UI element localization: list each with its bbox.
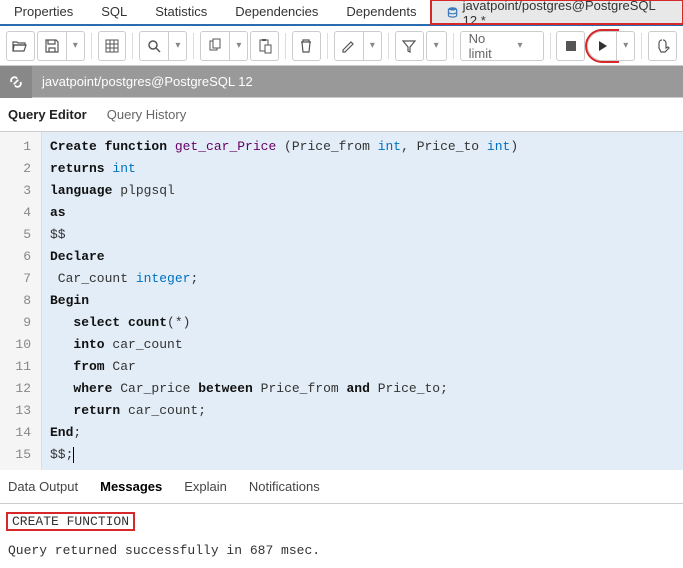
line-number: 1 [0,136,31,158]
tab-explain[interactable]: Explain [184,479,227,494]
connection-label[interactable]: javatpoint/postgres@PostgreSQL 12 [32,66,683,97]
line-number: 7 [0,268,31,290]
search-dropdown[interactable]: ▾ [169,31,187,61]
chevron-down-icon: ▾ [623,40,628,51]
code-line[interactable]: returns int [50,158,675,180]
code-line[interactable]: Declare [50,246,675,268]
chevron-down-icon: ▾ [517,40,522,51]
line-number: 12 [0,378,31,400]
line-number: 11 [0,356,31,378]
code-line[interactable]: Create function get_car_Price (Price_fro… [50,136,675,158]
tab-sql[interactable]: SQL [87,0,141,24]
paste-icon [257,38,273,54]
code-line[interactable]: Car_count integer; [50,268,675,290]
tab-dependencies[interactable]: Dependencies [221,0,332,24]
code-content[interactable]: Create function get_car_Price (Price_fro… [42,132,683,470]
code-line[interactable]: return car_count; [50,400,675,422]
code-line[interactable]: as [50,202,675,224]
edit-button[interactable] [334,31,364,61]
code-line[interactable]: select count(*) [50,312,675,334]
line-number: 5 [0,224,31,246]
message-status: Query returned successfully in 687 msec. [8,543,675,558]
save-button[interactable] [37,31,67,61]
filter-dropdown[interactable]: ▾ [426,31,447,61]
search-button[interactable] [139,31,169,61]
output-tab-bar: Data Output Messages Explain Notificatio… [0,470,683,504]
tab-query-tool-label: javatpoint/postgres@PostgreSQL 12 * [463,0,668,28]
tab-messages[interactable]: Messages [100,479,162,494]
editor-tab-bar: Query Editor Query History [0,98,683,132]
chevron-down-icon: ▾ [370,40,375,51]
grid-icon [104,38,120,54]
chevron-down-icon: ▾ [175,40,180,51]
line-number: 14 [0,422,31,444]
tab-statistics[interactable]: Statistics [141,0,221,24]
messages-panel: CREATE FUNCTION Query returned successfu… [0,504,683,568]
copy-button[interactable] [200,31,230,61]
line-number: 6 [0,246,31,268]
code-editor[interactable]: 123456789101112131415 Create function ge… [0,132,683,470]
tab-data-output[interactable]: Data Output [8,479,78,494]
line-number: 2 [0,158,31,180]
filter-button[interactable] [395,31,424,61]
pencil-icon [341,38,357,54]
trash-icon [298,38,314,54]
chevron-down-icon: ▾ [73,40,78,51]
open-file-button[interactable] [6,31,35,61]
toolbar: ▾ ▾ ▾ ▾ ▾ No limit ▾ ▾ [0,26,683,66]
stop-icon [564,39,578,53]
delete-button[interactable] [292,31,321,61]
tab-query-editor[interactable]: Query Editor [8,107,87,122]
tab-dependents[interactable]: Dependents [332,0,430,24]
tab-query-tool[interactable]: javatpoint/postgres@PostgreSQL 12 * [431,0,683,24]
line-gutter: 123456789101112131415 [0,132,42,470]
folder-open-icon [12,38,28,54]
chevron-down-icon: ▾ [236,40,241,51]
code-line[interactable]: Begin [50,290,675,312]
limit-label: No limit [469,31,510,61]
code-line[interactable]: into car_count [50,334,675,356]
message-result: CREATE FUNCTION [8,514,133,529]
limit-select[interactable]: No limit ▾ [460,31,544,61]
line-number: 3 [0,180,31,202]
link-icon [7,73,25,91]
line-number: 15 [0,444,31,466]
paste-button[interactable] [250,31,279,61]
filter-icon [401,38,417,54]
code-line[interactable]: language plpgsql [50,180,675,202]
code-line[interactable]: $$; [50,444,675,466]
text-caret [73,447,74,463]
chevron-down-icon: ▾ [434,40,439,51]
top-tab-bar: Properties SQL Statistics Dependencies D… [0,0,683,26]
tab-notifications[interactable]: Notifications [249,479,320,494]
play-icon [595,39,609,53]
copy-icon [207,38,223,54]
line-number: 10 [0,334,31,356]
line-number: 9 [0,312,31,334]
explain-button[interactable] [648,31,677,61]
code-line[interactable]: End; [50,422,675,444]
connection-bar: javatpoint/postgres@PostgreSQL 12 [0,66,683,98]
search-icon [146,38,162,54]
execute-button[interactable] [587,31,617,61]
code-line[interactable]: from Car [50,356,675,378]
code-line[interactable]: where Car_price between Price_from and P… [50,378,675,400]
execute-dropdown[interactable]: ▾ [617,31,635,61]
tab-properties[interactable]: Properties [0,0,87,24]
copy-dropdown[interactable]: ▾ [230,31,248,61]
connection-icon-button[interactable] [0,66,32,98]
code-line[interactable]: $$ [50,224,675,246]
line-number: 4 [0,202,31,224]
find-button[interactable] [98,31,127,61]
tab-query-history[interactable]: Query History [107,107,186,122]
database-icon [446,6,459,20]
line-number: 8 [0,290,31,312]
hand-icon [655,38,671,54]
save-dropdown[interactable]: ▾ [67,31,85,61]
line-number: 13 [0,400,31,422]
edit-dropdown[interactable]: ▾ [364,31,382,61]
stop-button[interactable] [556,31,585,61]
save-icon [44,38,60,54]
